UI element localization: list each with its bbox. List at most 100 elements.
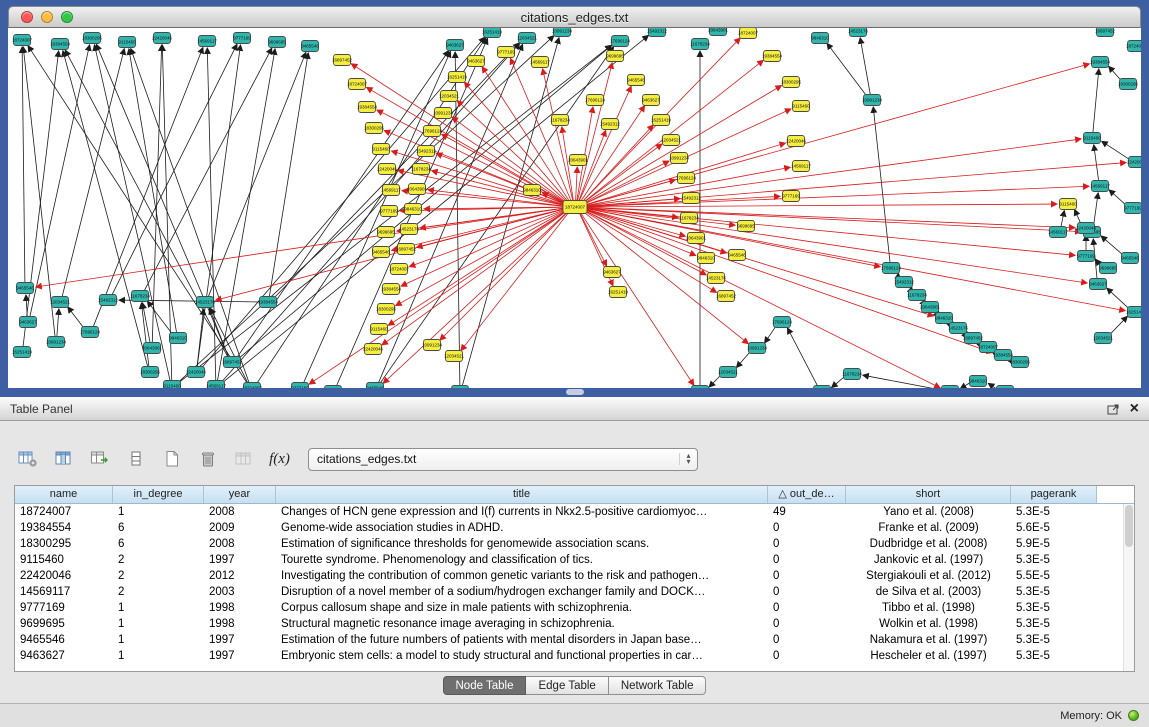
tab-node-table[interactable]: Node Table [443, 676, 527, 695]
graph-node[interactable]: 15492312 [812, 386, 833, 389]
graph-node[interactable]: 14569117 [791, 161, 811, 172]
graph-node[interactable]: 18300295 [364, 123, 385, 134]
graph-node[interactable]: 16251419 [482, 28, 503, 38]
graph-node[interactable]: 17696124 [422, 126, 443, 137]
graph-node[interactable]: 14523176 [195, 297, 216, 308]
graph-node[interactable]: 11678234 [679, 213, 699, 224]
graph-node[interactable]: 18300295 [82, 33, 103, 44]
graph-node[interactable]: 9699695 [377, 227, 395, 238]
graph-node[interactable]: 16251419 [1126, 307, 1141, 318]
table-row[interactable]: 946362711997Embryonic stem cells: a mode… [15, 648, 1134, 664]
column-header-pagerank[interactable]: pagerank [1011, 486, 1097, 503]
graph-node[interactable]: 15492312 [647, 28, 668, 37]
graph-node[interactable]: 9699695 [1099, 263, 1117, 274]
graph-node[interactable]: 20643901 [568, 155, 589, 166]
graph-node[interactable]: 19384554 [1090, 57, 1111, 68]
graph-node[interactable]: 17696124 [610, 36, 631, 47]
graph-node[interactable]: 22420046 [377, 164, 398, 175]
graph-node[interactable]: 10991234 [433, 108, 454, 119]
graph-node[interactable]: 10991234 [747, 343, 768, 354]
graph-node[interactable]: 14523176 [706, 273, 727, 284]
graph-node[interactable]: 9115460 [163, 381, 181, 389]
graph-node[interactable]: 10991234 [862, 95, 883, 106]
table-scrollbar[interactable] [1123, 504, 1134, 671]
graph-node[interactable]: 9777169 [380, 206, 398, 217]
graph-node[interactable]: 20643901 [407, 184, 428, 195]
show-columns-icon[interactable] [50, 446, 77, 472]
graph-node[interactable]: 9465546 [728, 250, 746, 261]
graph-node[interactable]: 15492312 [894, 277, 915, 288]
graph-node[interactable]: 18724007 [347, 79, 368, 90]
graph-node[interactable]: 18724007 [1126, 41, 1141, 52]
graph-node[interactable]: 18300295 [781, 77, 802, 88]
splitter-handle[interactable] [566, 389, 584, 395]
graph-node[interactable]: 19384554 [258, 297, 279, 308]
graph-node[interactable]: 22420046 [363, 344, 384, 355]
graph-node[interactable]: 19384554 [357, 102, 378, 113]
graph-node[interactable]: 9463627 [451, 386, 469, 389]
graph-node[interactable]: 11678234 [842, 369, 862, 380]
graph-node[interactable]: 9846310 [935, 313, 953, 324]
graph-node[interactable]: 9115460 [792, 101, 810, 112]
graph-node[interactable]: 16251419 [651, 115, 672, 126]
graph-node[interactable]: 18724007 [389, 264, 410, 275]
graph-node[interactable]: 9115460 [372, 144, 390, 155]
graph-node[interactable]: 16251419 [690, 386, 711, 389]
scrollbar-thumb[interactable] [1125, 505, 1133, 547]
graph-node[interactable]: 9846310 [169, 333, 187, 344]
graph-node[interactable]: 18300295 [140, 367, 161, 378]
graph-node[interactable]: 10991234 [669, 153, 690, 164]
graph-node[interactable]: 11678234 [130, 291, 150, 302]
citation-network-graph[interactable]: 1872400719384554183002959115460224200461… [8, 28, 1141, 388]
graph-node[interactable]: 14569117 [530, 57, 550, 68]
graph-node[interactable]: 19384554 [50, 39, 71, 50]
graph-node[interactable]: 16251419 [608, 287, 629, 298]
graph-node[interactable]: 9465546 [16, 283, 34, 294]
column-header-name[interactable]: name [15, 486, 113, 503]
graph-node[interactable]: 9115460 [1059, 199, 1077, 210]
tab-network-table[interactable]: Network Table [609, 676, 707, 695]
column-header-in_degree[interactable]: in_degree [113, 486, 204, 503]
graph-node[interactable]: 15492312 [98, 295, 119, 306]
graph-node[interactable]: 15492312 [600, 119, 621, 130]
graph-node[interactable]: 17696124 [585, 95, 606, 106]
graph-node[interactable]: 14523176 [948, 323, 969, 334]
table-row[interactable]: 946554611997Estimation of the future num… [15, 632, 1134, 648]
graph-node[interactable]: 12034521 [661, 135, 682, 146]
graph-node[interactable]: 22420046 [1076, 223, 1097, 234]
graph-node[interactable]: 20643901 [708, 28, 729, 36]
graph-node[interactable]: 11678234 [411, 164, 431, 175]
graph-node[interactable]: 17696124 [80, 327, 101, 338]
graph-node[interactable]: 14523176 [848, 28, 869, 37]
graph-node[interactable]: 12034521 [444, 351, 465, 362]
column-header-year[interactable]: year [204, 486, 276, 503]
column-header-title[interactable]: title [276, 486, 768, 503]
graph-node[interactable]: 18300295 [376, 304, 397, 315]
graph-node[interactable]: 20643901 [940, 386, 961, 389]
delete-table-icon[interactable] [194, 446, 221, 472]
graph-node[interactable]: 9846310 [969, 376, 987, 387]
graph-node[interactable]: 9463627 [446, 40, 464, 51]
graph-node[interactable]: 9115460 [118, 37, 136, 48]
graph-node[interactable]: 16897452 [332, 55, 353, 66]
graph-node[interactable]: 22420046 [786, 136, 807, 147]
close-window-button[interactable] [21, 11, 33, 23]
graph-node[interactable]: 9465546 [301, 41, 319, 52]
graph-hub-node[interactable]: 18724007 [563, 201, 587, 214]
network-canvas[interactable]: 1872400719384554183002959115460224200461… [8, 28, 1141, 388]
graph-node[interactable]: 11678234 [690, 39, 710, 50]
graph-node[interactable]: 20643901 [686, 233, 707, 244]
graph-node[interactable]: 14523176 [995, 386, 1016, 389]
table-row[interactable]: 2242004622012Investigating the contribut… [15, 568, 1134, 584]
graph-node[interactable]: 9699695 [324, 386, 342, 389]
graph-node[interactable]: 16897452 [222, 357, 243, 368]
graph-node[interactable]: 9699695 [268, 37, 286, 48]
edit-columns-icon[interactable] [86, 446, 113, 472]
graph-node[interactable]: 9699695 [737, 221, 755, 232]
graph-node[interactable]: 12034521 [439, 91, 460, 102]
graph-node[interactable]: 9777169 [1077, 251, 1095, 262]
graph-node[interactable]: 9846310 [404, 204, 422, 215]
graph-node[interactable]: 9465546 [627, 75, 645, 86]
table-row[interactable]: 1830029562008Estimation of significance … [15, 536, 1134, 552]
graph-node[interactable]: 12034521 [517, 33, 538, 44]
